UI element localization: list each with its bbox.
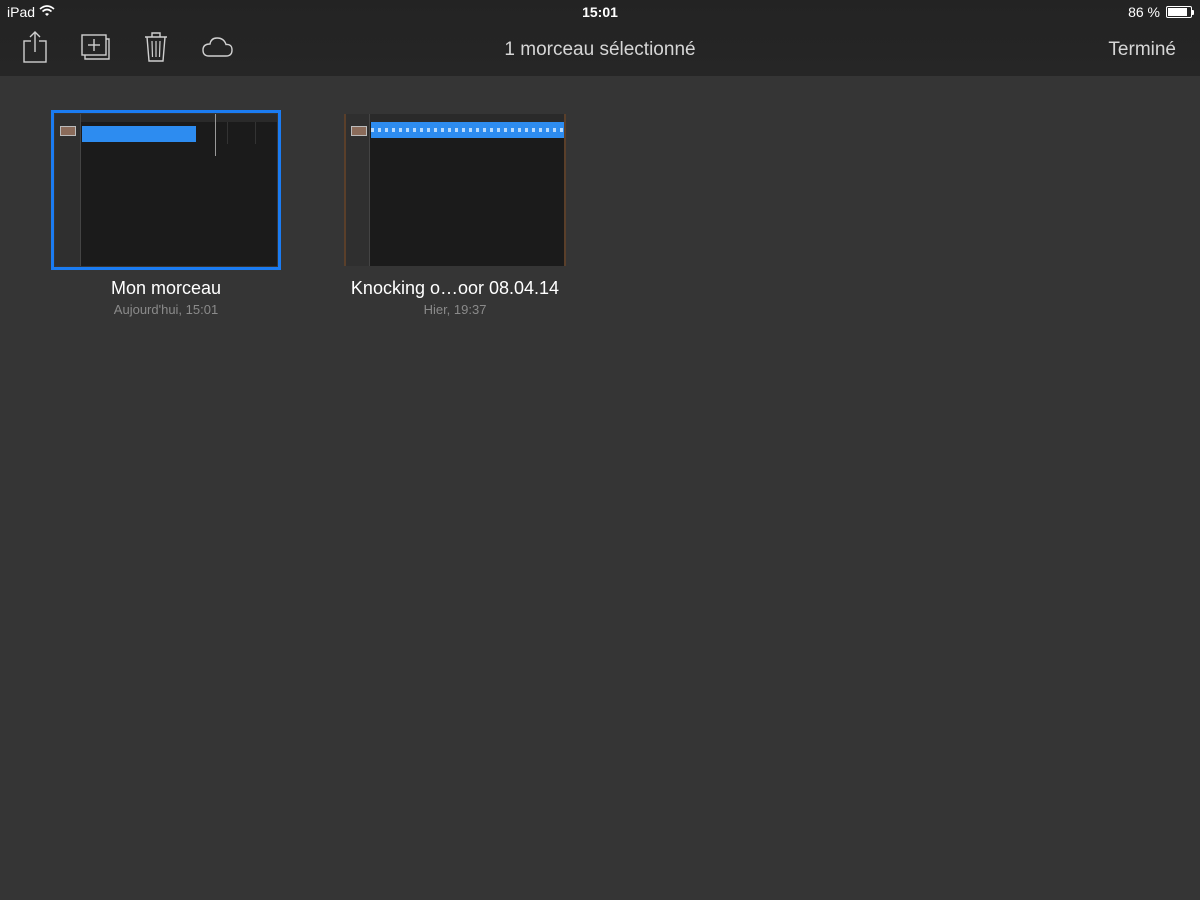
timeline-strip [346, 114, 564, 122]
song-date: Aujourd'hui, 15:01 [113, 302, 219, 317]
battery-icon [1166, 6, 1194, 18]
top-bar: iPad 15:01 86 % 1 morceau sélectionné Te… [0, 0, 1200, 76]
song-date: Hier, 19:37 [423, 302, 487, 317]
song-thumbnail-selected[interactable] [51, 110, 281, 270]
track-header [55, 114, 81, 266]
status-time: 15:01 [582, 4, 618, 20]
toolbar: 1 morceau sélectionné Terminé [0, 24, 1200, 76]
song-title: Mon morceau [110, 278, 222, 298]
battery-percent: 86 % [1128, 4, 1160, 20]
song-title: Knocking o…oor 08.04.14 [350, 278, 560, 298]
selection-title: 1 morceau sélectionné [504, 39, 696, 60]
battery-level [1168, 8, 1187, 16]
audio-region [371, 122, 564, 138]
timeline-strip [55, 114, 277, 122]
song-item[interactable]: Mon morceau Aujourd'hui, 15:01 [51, 110, 281, 317]
status-bar: iPad 15:01 86 % [0, 0, 1200, 24]
grid-line [255, 122, 256, 144]
instrument-icon [351, 126, 367, 136]
playhead [215, 114, 216, 156]
battery-indicator: 86 % [1128, 4, 1194, 20]
instrument-icon [60, 126, 76, 136]
track-header [346, 114, 370, 266]
done-button[interactable]: Terminé [1108, 39, 1176, 61]
song-preview [55, 114, 277, 266]
waveform [371, 128, 564, 132]
audio-region [82, 126, 196, 142]
grid-line [227, 122, 228, 144]
song-thumbnail[interactable] [340, 110, 570, 270]
song-item[interactable]: Knocking o…oor 08.04.14 Hier, 19:37 [340, 110, 570, 317]
song-preview [344, 114, 566, 266]
